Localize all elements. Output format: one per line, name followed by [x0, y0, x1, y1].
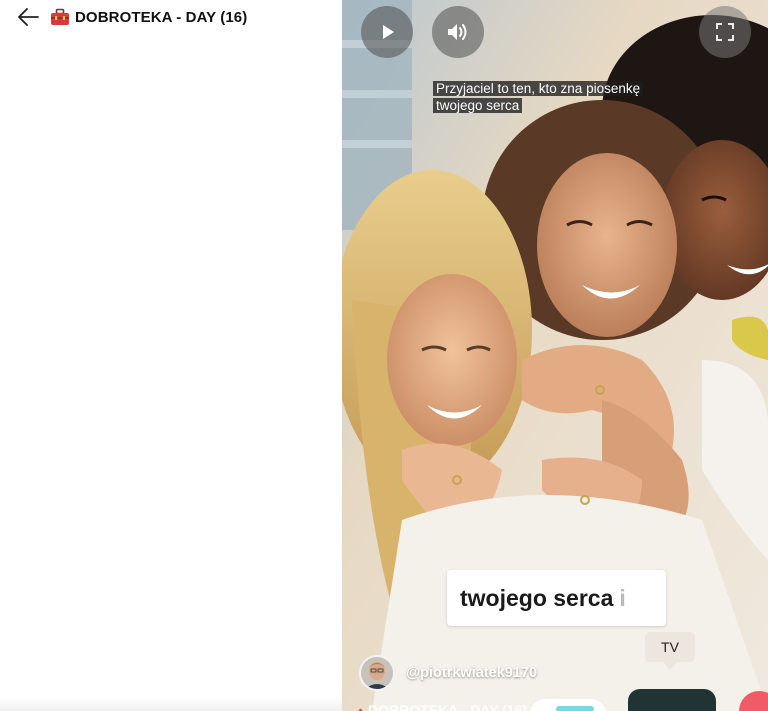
page-title: DOBROTEKA - DAY (16) — [75, 8, 248, 26]
video-subtitle: Przyjaciel to ten, kto zna piosenkę twoj… — [433, 80, 663, 114]
fullscreen-button[interactable] — [699, 6, 751, 58]
tv-badge-tail — [662, 661, 678, 670]
bottom-edge — [0, 697, 342, 711]
video-player[interactable]: Przyjaciel to ten, kto zna piosenkę twoj… — [342, 0, 768, 711]
play-button[interactable] — [361, 6, 413, 58]
caption-suffix: i — [619, 584, 626, 611]
action-pill-indicator — [556, 706, 594, 711]
tv-badge[interactable]: TV — [645, 632, 695, 662]
video-title: DOBROTEKA - DAY (16) — [359, 702, 527, 711]
action-pill-light[interactable] — [530, 699, 606, 711]
toolbox-icon — [359, 708, 362, 711]
page-header: DOBROTEKA - DAY (16) — [0, 0, 342, 36]
volume-icon — [448, 24, 467, 40]
arrow-left-icon — [18, 8, 39, 26]
video-title-text: DOBROTEKA - DAY (16) — [368, 702, 527, 711]
toolbox-icon — [51, 8, 69, 25]
fullscreen-icon — [716, 23, 734, 41]
action-pill-dark[interactable] — [628, 689, 716, 711]
avatar-image — [361, 657, 393, 689]
volume-button[interactable] — [432, 6, 484, 58]
caption-box: twojego serca i — [447, 570, 666, 626]
caption-text: twojego serca — [460, 584, 614, 611]
title-area: DOBROTEKA - DAY (16) — [50, 6, 247, 28]
subtitle-text: Przyjaciel to ten, kto zna piosenkę twoj… — [433, 81, 644, 113]
author-info[interactable]: @piotrkwiatek9170 — [359, 655, 537, 691]
avatar[interactable] — [359, 655, 395, 691]
author-name[interactable]: @piotrkwiatek9170 — [406, 665, 537, 681]
play-icon — [383, 25, 394, 39]
back-button[interactable] — [16, 5, 42, 29]
